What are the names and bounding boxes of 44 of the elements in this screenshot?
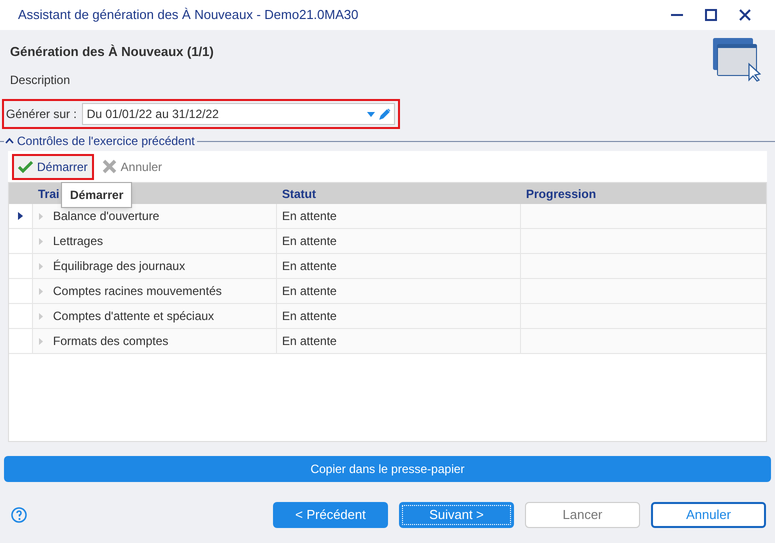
table-cell-text: Formats des comptes (53, 333, 168, 350)
window-title: Assistant de génération des À Nouveaux - Demo21.0MA30 (18, 6, 358, 24)
window-icon (713, 38, 761, 82)
row-pointer-icon (18, 212, 23, 220)
table-cell-text: En attente (282, 208, 337, 225)
collapse-icon[interactable] (5, 138, 14, 144)
table-cell-text: Comptes racines mouvementés (53, 283, 222, 300)
pencil-icon[interactable] (379, 108, 391, 120)
expand-icon[interactable] (39, 262, 43, 270)
expand-icon[interactable] (39, 288, 43, 294)
help-icon[interactable] (11, 507, 27, 523)
column-header: Trai (38, 186, 60, 202)
tooltip: Démarrer (61, 182, 132, 208)
period-dropdown[interactable]: Du 01/01/22 au 31/12/22 (82, 103, 395, 125)
column-header: Progression (526, 186, 596, 202)
maximize-icon[interactable] (705, 9, 717, 21)
table-cell-text: Balance d'ouverture (53, 208, 160, 225)
field-label: Générer sur : (6, 106, 77, 123)
table-cell-text: En attente (282, 283, 337, 300)
expand-icon[interactable] (39, 338, 43, 344)
page-subtitle: Description (10, 72, 72, 88)
expand-icon[interactable] (39, 238, 43, 244)
table-cell-text: En attente (282, 258, 337, 275)
caret-icon[interactable] (367, 112, 375, 116)
expand-icon[interactable] (39, 212, 43, 220)
nav-button[interactable]: < Précédent (273, 502, 388, 528)
page-title: Génération des À Nouveaux (1/1) (10, 43, 214, 61)
cross-icon (102, 159, 117, 174)
table-cell-text: En attente (282, 333, 337, 350)
table-cell-text: En attente (282, 308, 337, 325)
row-indicator[interactable] (9, 204, 33, 228)
table-cell-text: Lettrages (53, 233, 104, 250)
close-icon[interactable] (739, 9, 751, 21)
nav-button[interactable]: Annuler (651, 502, 766, 528)
checkmark-icon (18, 160, 33, 173)
column-header: Statut (282, 186, 316, 202)
copy-button[interactable]: Copier dans le presse-papier (4, 456, 771, 482)
table-cell-text: Équilibrage des journaux (53, 258, 186, 275)
group-title: Contrôles de l'exercice précédent (17, 133, 195, 150)
expand-icon[interactable] (39, 312, 43, 320)
nav-button[interactable]: Suivant > (399, 502, 514, 528)
table-cell-text: Comptes d'attente et spéciaux (53, 308, 214, 325)
start-button[interactable]: Démarrer (12, 154, 94, 180)
table-cell-text: En attente (282, 233, 337, 250)
